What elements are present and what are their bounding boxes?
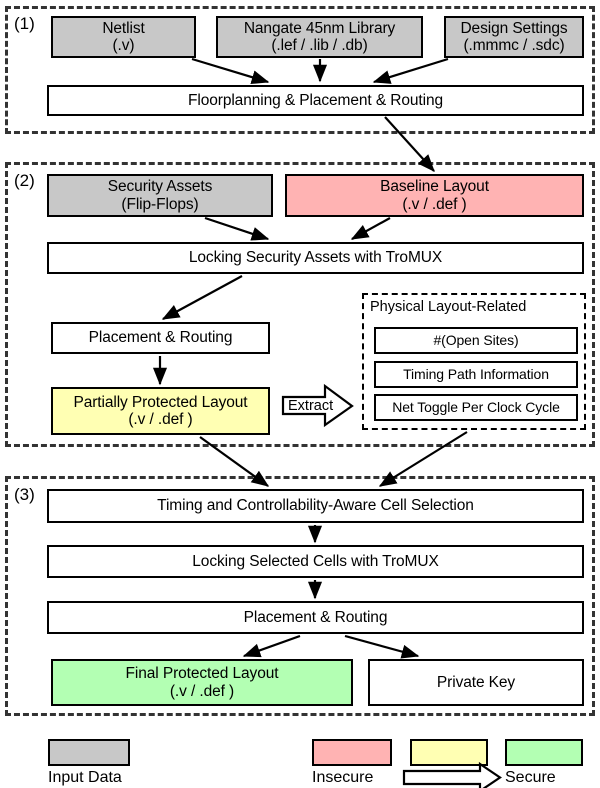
node-stage3-placement-routing[interactable]: Placement & Routing <box>47 601 584 634</box>
node-baseline-layout-line2: (.v / .def ) <box>402 195 467 213</box>
node-timing-path-information[interactable]: Timing Path Information <box>374 361 578 388</box>
node-netlist-line2: (.v) <box>112 37 135 54</box>
section-2-label: (2) <box>14 171 35 190</box>
node-baseline-layout[interactable]: Baseline Layout (.v / .def ) <box>285 174 584 217</box>
node-floorplanning-placement-routing[interactable]: Floorplanning & Placement & Routing <box>47 85 584 116</box>
node-timing-path-information-label: Timing Path Information <box>403 365 549 382</box>
node-locking-security-assets-label: Locking Security Assets with TroMUX <box>188 249 443 267</box>
node-final-protected-layout[interactable]: Final Protected Layout (.v / .def ) <box>51 659 353 706</box>
node-locking-selected-cells[interactable]: Locking Selected Cells with TroMUX <box>47 545 584 578</box>
node-final-protected-layout-line2: (.v / .def ) <box>169 682 235 700</box>
node-nangate-library-line2: (.lef / .lib / .db) <box>271 37 368 54</box>
node-design-settings-line2: (.mmmc / .sdc) <box>463 37 565 54</box>
node-partially-protected-layout[interactable]: Partially Protected Layout (.v / .def ) <box>51 387 270 435</box>
node-security-assets-line1: Security Assets <box>107 178 213 196</box>
node-cell-selection[interactable]: Timing and Controllability-Aware Cell Se… <box>47 489 584 523</box>
legend-swatch-intermediate <box>410 739 488 766</box>
node-locking-security-assets[interactable]: Locking Security Assets with TroMUX <box>47 242 584 274</box>
node-security-assets-line2: (Flip-Flops) <box>121 195 199 213</box>
legend-label-input-data: Input Data <box>48 769 122 786</box>
node-partially-protected-layout-line2: (.v / .def ) <box>128 411 193 428</box>
legend-swatch-input-data <box>48 739 130 766</box>
node-open-sites[interactable]: #(Open Sites) <box>374 327 578 354</box>
legend-label-secure: Secure <box>505 769 556 786</box>
node-nangate-library[interactable]: Nangate 45nm Library (.lef / .lib / .db) <box>216 16 423 58</box>
node-stage2-placement-routing[interactable]: Placement & Routing <box>51 322 270 354</box>
physical-layout-group-title: Physical Layout-Related <box>370 299 527 315</box>
node-cell-selection-label: Timing and Controllability-Aware Cell Se… <box>157 497 474 515</box>
node-netlist-line1: Netlist <box>102 19 145 37</box>
legend-swatch-secure <box>505 739 583 766</box>
node-nangate-library-line1: Nangate 45nm Library <box>243 19 396 37</box>
section-1-label: (1) <box>14 14 35 33</box>
node-final-protected-layout-line1: Final Protected Layout <box>125 665 279 683</box>
node-stage2-placement-routing-label: Placement & Routing <box>88 329 233 347</box>
figure-canvas: (1) Netlist (.v) Nangate 45nm Library (.… <box>0 0 600 788</box>
node-net-toggle-per-clock-cycle[interactable]: Net Toggle Per Clock Cycle <box>374 394 578 421</box>
legend-swatch-insecure <box>312 739 392 766</box>
node-locking-selected-cells-label: Locking Selected Cells with TroMUX <box>192 552 439 570</box>
node-net-toggle-per-clock-cycle-label: Net Toggle Per Clock Cycle <box>392 398 560 415</box>
section-3-label: (3) <box>14 485 35 504</box>
extract-label: Extract <box>288 398 334 414</box>
node-private-key[interactable]: Private Key <box>368 659 584 706</box>
legend-label-insecure: Insecure <box>312 769 374 786</box>
node-floorplanning-placement-routing-label: Floorplanning & Placement & Routing <box>188 91 443 109</box>
node-partially-protected-layout-line1: Partially Protected Layout <box>73 393 248 411</box>
node-open-sites-label: #(Open Sites) <box>433 331 519 348</box>
node-stage3-placement-routing-label: Placement & Routing <box>243 608 388 626</box>
node-netlist[interactable]: Netlist (.v) <box>51 16 196 58</box>
node-baseline-layout-line1: Baseline Layout <box>380 178 489 196</box>
node-design-settings-line1: Design Settings <box>460 19 568 37</box>
node-design-settings[interactable]: Design Settings (.mmmc / .sdc) <box>444 16 584 58</box>
node-private-key-label: Private Key <box>436 673 516 691</box>
node-security-assets[interactable]: Security Assets (Flip-Flops) <box>47 174 273 217</box>
